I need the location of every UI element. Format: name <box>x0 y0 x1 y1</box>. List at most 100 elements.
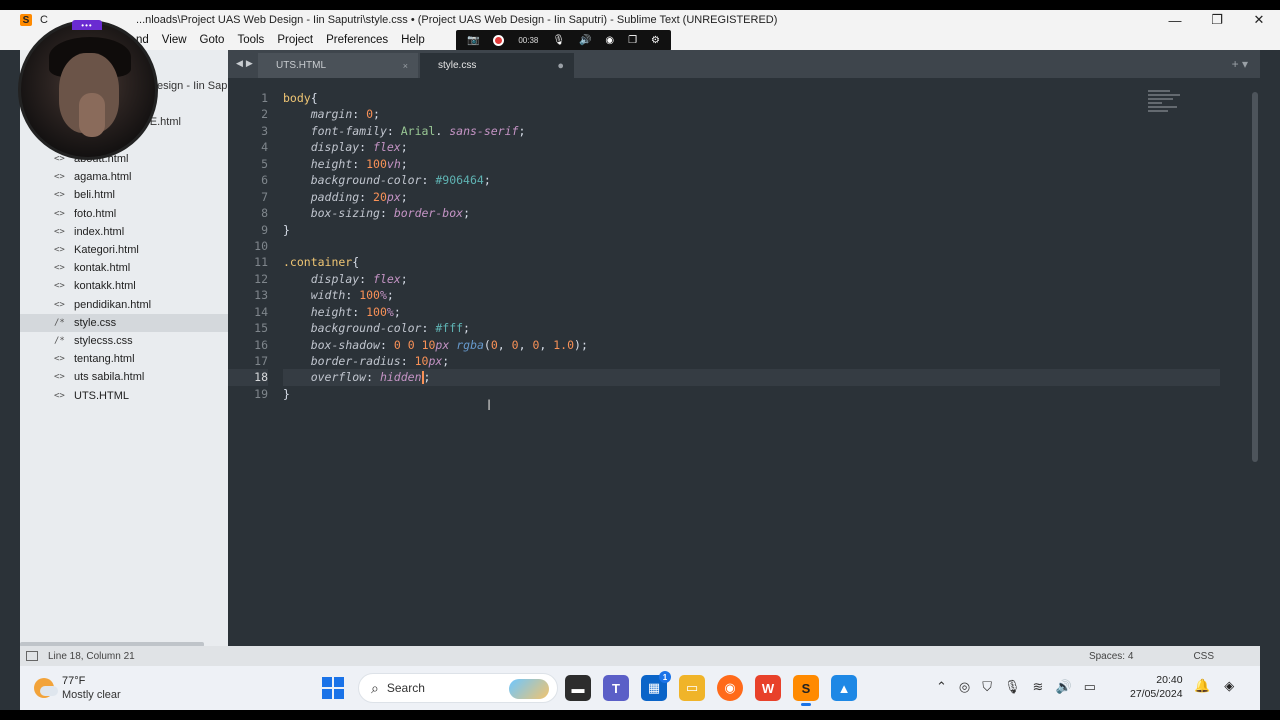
line-number: 16 <box>254 337 268 352</box>
indentation-setting[interactable]: Spaces: 4 <box>1089 651 1133 662</box>
panel-toggle-icon[interactable] <box>26 651 38 661</box>
line-number: 2 <box>261 107 268 122</box>
menu-tools[interactable]: Tools <box>237 34 264 46</box>
microphone-tray-icon[interactable]: 🎙 <box>1004 679 1021 695</box>
html-file-icon: <> <box>54 299 65 310</box>
html-file-icon: <> <box>54 354 65 365</box>
html-file-icon: <> <box>54 172 65 183</box>
menu-view[interactable]: View <box>162 34 187 46</box>
mouse-ibeam-icon: I <box>487 398 492 414</box>
security-shield-icon[interactable]: ⛉ <box>982 679 992 695</box>
tab-close-icon[interactable]: × <box>403 61 408 71</box>
tab-unsaved-dot-icon[interactable]: ● <box>557 60 564 72</box>
windows-start-icon[interactable] <box>322 677 344 699</box>
sidebar-file[interactable]: <> index.html <box>20 223 228 241</box>
webcam-handle[interactable]: ••• <box>72 20 102 30</box>
weather-widget[interactable]: 77°F Mostly clear <box>34 674 121 702</box>
tab-uts-html[interactable]: UTS.HTML × <box>258 53 418 78</box>
tab-menu-icon[interactable]: + ▾ <box>1232 57 1248 71</box>
search-label: Search <box>386 681 425 695</box>
maximize-button[interactable]: ❐ <box>1196 10 1238 30</box>
code-line: height: 100vh; <box>310 156 408 171</box>
minimize-button[interactable]: — <box>1154 10 1196 30</box>
sidebar-file-label: index.html <box>74 225 125 238</box>
wps-office-icon[interactable]: W <box>755 675 781 701</box>
chevron-up-icon[interactable]: ⌃ <box>936 679 947 695</box>
sidebar-file[interactable]: <> aboutt.html <box>20 150 228 168</box>
sidebar-file-label: UTS.HTML <box>74 389 129 402</box>
sidebar-file[interactable]: <> uts sabila.html <box>20 368 228 386</box>
tab-nav-arrows-icon[interactable]: ◀▶ <box>236 58 256 69</box>
system-tray: ⌃ ◎ ⛉ 🎙 ≋ 🔊 ▭ <box>936 679 1096 695</box>
sidebar-file-label: pendidikan.html <box>74 298 152 311</box>
line-number: 5 <box>261 156 268 171</box>
menu-project[interactable]: Project <box>277 34 313 46</box>
clock-date: 27/05/2024 <box>1130 688 1183 700</box>
settings-gear-icon[interactable]: ⚙ <box>651 35 660 46</box>
code-editor[interactable]: 1 2 3 4 5 6 7 8 9 10 11 12 13 14 15 16 17 18 19 body{ marg… <box>228 78 1260 654</box>
sidebar-file-label: Kategori.html <box>74 244 139 257</box>
record-icon[interactable] <box>493 35 505 46</box>
photos-icon[interactable]: ▲ <box>831 675 857 701</box>
sidebar-file[interactable]: <> beli.html <box>20 186 228 204</box>
sidebar-file[interactable]: <> kontakk.html <box>20 277 228 295</box>
menu-help[interactable]: Help <box>401 34 425 46</box>
project-folder-label[interactable]: esign - Iin Sapu <box>157 80 228 92</box>
sublime-app-icon: S <box>20 14 32 26</box>
webcam-toggle-icon[interactable]: ◉ <box>605 35 614 46</box>
css-file-icon: /* <box>54 335 65 346</box>
line-number: 10 <box>254 238 268 253</box>
network-status-icon[interactable]: ◎ <box>959 679 970 695</box>
store-icon[interactable]: ▦ 1 <box>641 671 671 701</box>
code-line: width: 100%; <box>310 288 394 303</box>
line-number: 18 <box>228 369 268 386</box>
window-icon[interactable]: ❐ <box>628 35 637 46</box>
sidebar-file[interactable]: <> agama.html <box>20 168 228 186</box>
taskbar-clock[interactable]: 20:40 27/05/2024 <box>1130 673 1183 701</box>
sidebar-file[interactable]: <> kontak.html <box>20 259 228 277</box>
syntax-mode[interactable]: CSS <box>1193 651 1214 662</box>
volume-icon[interactable]: 🔊 <box>1055 679 1071 695</box>
html-file-icon: <> <box>54 245 65 256</box>
notification-bell-icon[interactable]: 🔔 <box>1194 678 1210 694</box>
sidebar-file[interactable]: <> foto.html <box>20 205 228 223</box>
code-line: .container{ <box>283 255 360 270</box>
minimize-icon: — <box>1168 12 1182 28</box>
sidebar-file-label: kontak.html <box>74 262 131 275</box>
sublime-text-icon[interactable]: S <box>793 675 819 706</box>
firefox-icon[interactable]: ◉ <box>717 675 743 701</box>
sidebar-file[interactable]: /* stylecss.css <box>20 332 228 350</box>
task-view-icon[interactable]: ▬ <box>565 675 591 701</box>
file-explorer-icon[interactable]: ▭ <box>679 675 705 701</box>
line-number: 11 <box>254 255 268 270</box>
speaker-icon[interactable]: 🔊 <box>579 35 591 46</box>
code-line: } <box>283 386 290 401</box>
teams-icon[interactable]: T <box>603 675 629 701</box>
sidebar-file[interactable]: <> pendidikan.html <box>20 296 228 314</box>
copilot-icon[interactable]: ◈ <box>1224 678 1234 694</box>
windows-taskbar: 77°F Mostly clear ⌕ Search ▬ T ▦ 1 ▭ ◉ W … <box>20 666 1260 710</box>
html-file-icon: <> <box>54 263 65 274</box>
editor-scrollbar[interactable] <box>1252 92 1258 462</box>
minimap[interactable] <box>1148 90 1184 124</box>
sidebar-file[interactable]: /* style.css <box>20 313 228 332</box>
line-number: 17 <box>254 354 268 368</box>
wifi-icon[interactable]: ≋ <box>1033 679 1044 695</box>
tab-style-css[interactable]: style.css ● <box>420 53 574 78</box>
camera-icon[interactable]: 📷 <box>467 35 479 46</box>
css-file-icon: /* <box>54 317 65 328</box>
menu-goto[interactable]: Goto <box>200 34 225 46</box>
close-button[interactable]: ✕ <box>1238 10 1280 30</box>
sidebar-file[interactable]: <> UTS.HTML <box>20 386 228 404</box>
code-area[interactable]: body{ margin: 0; font-family: Arial. san… <box>283 90 1220 402</box>
taskbar-search[interactable]: ⌕ Search <box>358 673 558 703</box>
microphone-icon[interactable]: 🎙 <box>552 35 565 46</box>
sidebar-file[interactable]: <> tentang.html <box>20 350 228 368</box>
code-line: height: 100%; <box>310 304 401 319</box>
sidebar-file[interactable]: <> Kategori.html <box>20 241 228 259</box>
menu-preferences[interactable]: Preferences <box>326 34 388 46</box>
battery-icon[interactable]: ▭ <box>1084 679 1096 695</box>
code-line: font-family: Arial. sans-serif; <box>310 123 526 138</box>
line-number: 1 <box>261 91 268 105</box>
